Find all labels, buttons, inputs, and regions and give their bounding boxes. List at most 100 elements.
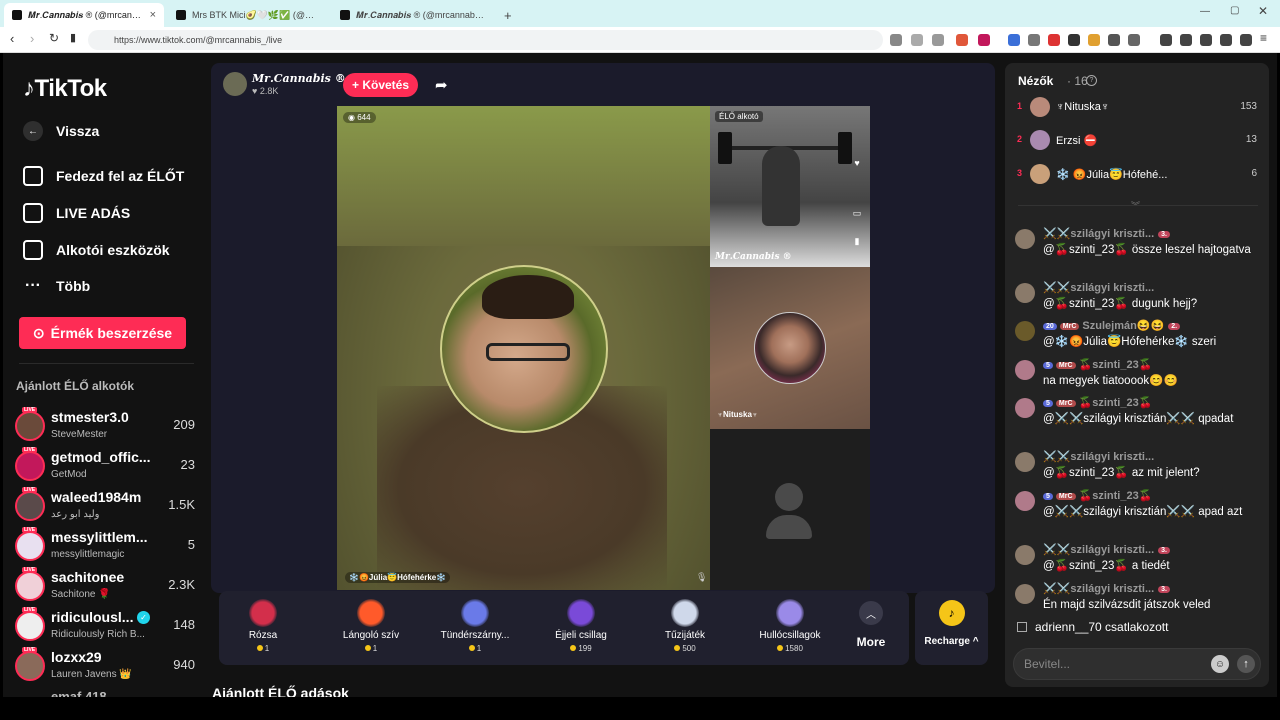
share-icon[interactable]: ➦ [435,76,448,94]
nav-live[interactable]: LIVE ADÁS [23,203,130,223]
nav-creator-tools[interactable]: Alkotói eszközök [23,240,170,260]
menu-icon[interactable]: ≡ [1260,31,1267,45]
gift-price: 1 [213,644,313,653]
zoom-icon[interactable] [911,34,923,46]
message-sender: 5 MrC 🍒szinti_23🍒 [1043,358,1152,371]
viewer-score: 153 [1240,101,1257,112]
bookmark-icon[interactable]: ▮ [70,31,76,44]
window-minimize-icon[interactable]: — [1200,6,1210,17]
gift-item-fireworks[interactable]: Tűzijáték 500 [635,591,735,665]
plate-shape [718,132,732,164]
viewer-rank-row[interactable]: 3 ❄️ 😡Júlia😇Hófehé... 6 [1017,164,1257,186]
nav-explore-live[interactable]: Fedezd fel az ÉLŐT [23,166,184,186]
user-badge: MrC [1055,493,1076,500]
heart-icon[interactable]: ♥ [850,158,864,168]
gift-name: Éjjeli csillag [555,630,607,641]
extension-icon[interactable] [1048,34,1060,46]
message-text: @❄️😡Júlia😇Hófehérke❄️ szeri [1043,336,1217,348]
creator-item[interactable]: LIVE sachitonee Sachitone 🌹 2.3K [15,567,195,607]
browser-tab[interactable]: 𝑴𝒓.𝑪𝒂𝒏𝒏𝒂𝒃𝒊𝒔 ® (@mrcannabis_) [332,3,492,27]
message-sender: ⚔️⚔️szilágyi kriszti... 3. [1043,543,1173,556]
browser-tab[interactable]: Mrs BTK Mici🥑🤍🌿✅ (@mrsbtk) E [168,3,328,27]
creator-item[interactable]: LIVE lozxx29 Lauren Javens 👑 940 [15,647,195,687]
info-icon[interactable]: ? [1086,75,1097,86]
avatar [1015,360,1035,380]
viewer-count: 148 [173,617,195,632]
live-badge: LIVE [22,487,38,493]
vpn-icon[interactable] [1240,34,1252,46]
share-icon[interactable] [932,34,944,46]
new-tab-button[interactable]: + [496,3,516,27]
sender-name: ⚔️⚔️szilágyi kriszti... [1043,583,1155,595]
gift-item-heart[interactable]: Lángoló szív 1 [321,591,421,665]
live-badge: LIVE [22,607,38,613]
get-coins-button[interactable]: ⊙ Érmék beszerzése [19,317,186,349]
message-text: @🍒szinti_23🍒 dugunk hejj? [1043,298,1198,310]
viewer-rank-row[interactable]: 1 ♆Nituska♆ 153 [1017,97,1257,119]
chat-input[interactable] [1024,655,1204,673]
guest-video-tile[interactable]: ♆Nituska♆ [710,267,870,429]
wallet-icon[interactable] [1220,34,1232,46]
creator-item[interactable]: LIVE getmod_offic... GetMod 23 [15,447,195,487]
gift-item-night-star[interactable]: Éjjeli csillag 199 [531,591,631,665]
host-avatar[interactable] [223,72,247,96]
gift-item-rose[interactable]: Rózsa 1 [213,591,313,665]
media-icon[interactable] [1160,34,1172,46]
creator-nickname: messylittlemagic [51,549,125,560]
back-icon[interactable]: ‹ [10,31,14,46]
user-badge: MrC [1055,400,1076,407]
emoji-icon[interactable]: ☺ [1211,655,1229,673]
comment-icon[interactable]: ▭ [850,208,864,219]
creator-item[interactable]: LIVE messylittlem... messylittlemagic 5 [15,527,195,567]
window-close-icon[interactable]: ✕ [1258,4,1268,18]
extension-icon[interactable] [1108,34,1120,46]
tiktok-coin-icon: ♪ [938,600,965,626]
creator-video-tile[interactable]: ÉLŐ alkotó 𝑴𝒓.𝑪𝒂𝒏𝒏𝒂𝒃𝒊𝒔 ® ♥ ▭ ▮ [710,106,870,267]
sidebar-icon[interactable] [1180,34,1192,46]
gift-item-shooting-stars[interactable]: Hullócsillagok 1580 [740,591,840,665]
follow-button[interactable]: + Követés [343,73,418,97]
avatar [1015,545,1035,565]
live-badge: LIVE [22,647,38,653]
extensions-icon[interactable] [1200,34,1212,46]
extension-icon[interactable] [1088,34,1100,46]
empty-guest-slot[interactable] [710,429,870,590]
tab-close-icon[interactable]: × [150,9,156,21]
more-gifts-button[interactable]: ︿ More [853,601,889,649]
message-text: @⚔️⚔️szilágyi krisztián⚔️⚔️ apad azt [1043,506,1243,518]
translate-icon[interactable] [890,34,902,46]
gift-item-wings[interactable]: Tündérszárny... 1 [425,591,525,665]
creator-nickname: SteveMester [51,429,108,440]
nav-more[interactable]: ··· Több [23,276,90,296]
message-sender: ⚔️⚔️szilágyi kriszti... [1043,450,1154,463]
creator-item[interactable]: LIVE stmester3.0 SteveMester 209 [15,407,195,447]
bookmark-icon[interactable]: ▮ [850,236,864,247]
sender-name: Szulejmán😆😆 [1082,320,1165,332]
window-maximize-icon[interactable]: ▢ [1230,5,1239,16]
creator-item[interactable]: LIVE ridiculousl... ✓ Ridiculously Rich … [15,607,195,647]
browser-tab-active[interactable]: 𝑴𝒓.𝑪𝒂𝒏𝒏𝒂𝒃𝒊𝒔 ® (@mrcannabis_) × [4,3,164,27]
send-icon[interactable]: ↑ [1237,655,1255,673]
creator-name: messylittlem... [51,529,148,545]
tiktok-logo[interactable]: ♪TikTok [23,75,107,103]
sender-name: 🍒szinti_23🍒 [1078,359,1153,371]
brave-shield-icon[interactable] [956,34,968,46]
host-name[interactable]: 𝑴𝒓.𝑪𝒂𝒏𝒏𝒂𝒃𝒊𝒔 ® [252,72,346,85]
url-field[interactable]: https://www.tiktok.com/@mrcannabis_/live [88,30,883,50]
recharge-button[interactable]: ♪ Recharge ^ [915,591,988,665]
main-video[interactable] [337,106,710,590]
back-link[interactable]: ← Vissza [23,121,99,141]
creator-item[interactable]: LIVE waleed1984m وليد ابو رعد 1.5K [15,487,195,527]
extension-icon[interactable] [1008,34,1020,46]
extension-icon[interactable] [1068,34,1080,46]
forward-icon[interactable]: › [30,31,34,46]
user-badge: 5 [1043,493,1053,500]
extension-icon[interactable] [1128,34,1140,46]
fairy-wings-icon [461,599,489,627]
rewards-icon[interactable] [978,34,990,46]
reload-icon[interactable]: ↻ [49,31,59,45]
extension-icon[interactable] [1028,34,1040,46]
nav-label: Több [56,278,91,294]
coin-icon [570,645,577,651]
viewer-rank-row[interactable]: 2 Erzsi ⛔ 13 [1017,130,1257,152]
